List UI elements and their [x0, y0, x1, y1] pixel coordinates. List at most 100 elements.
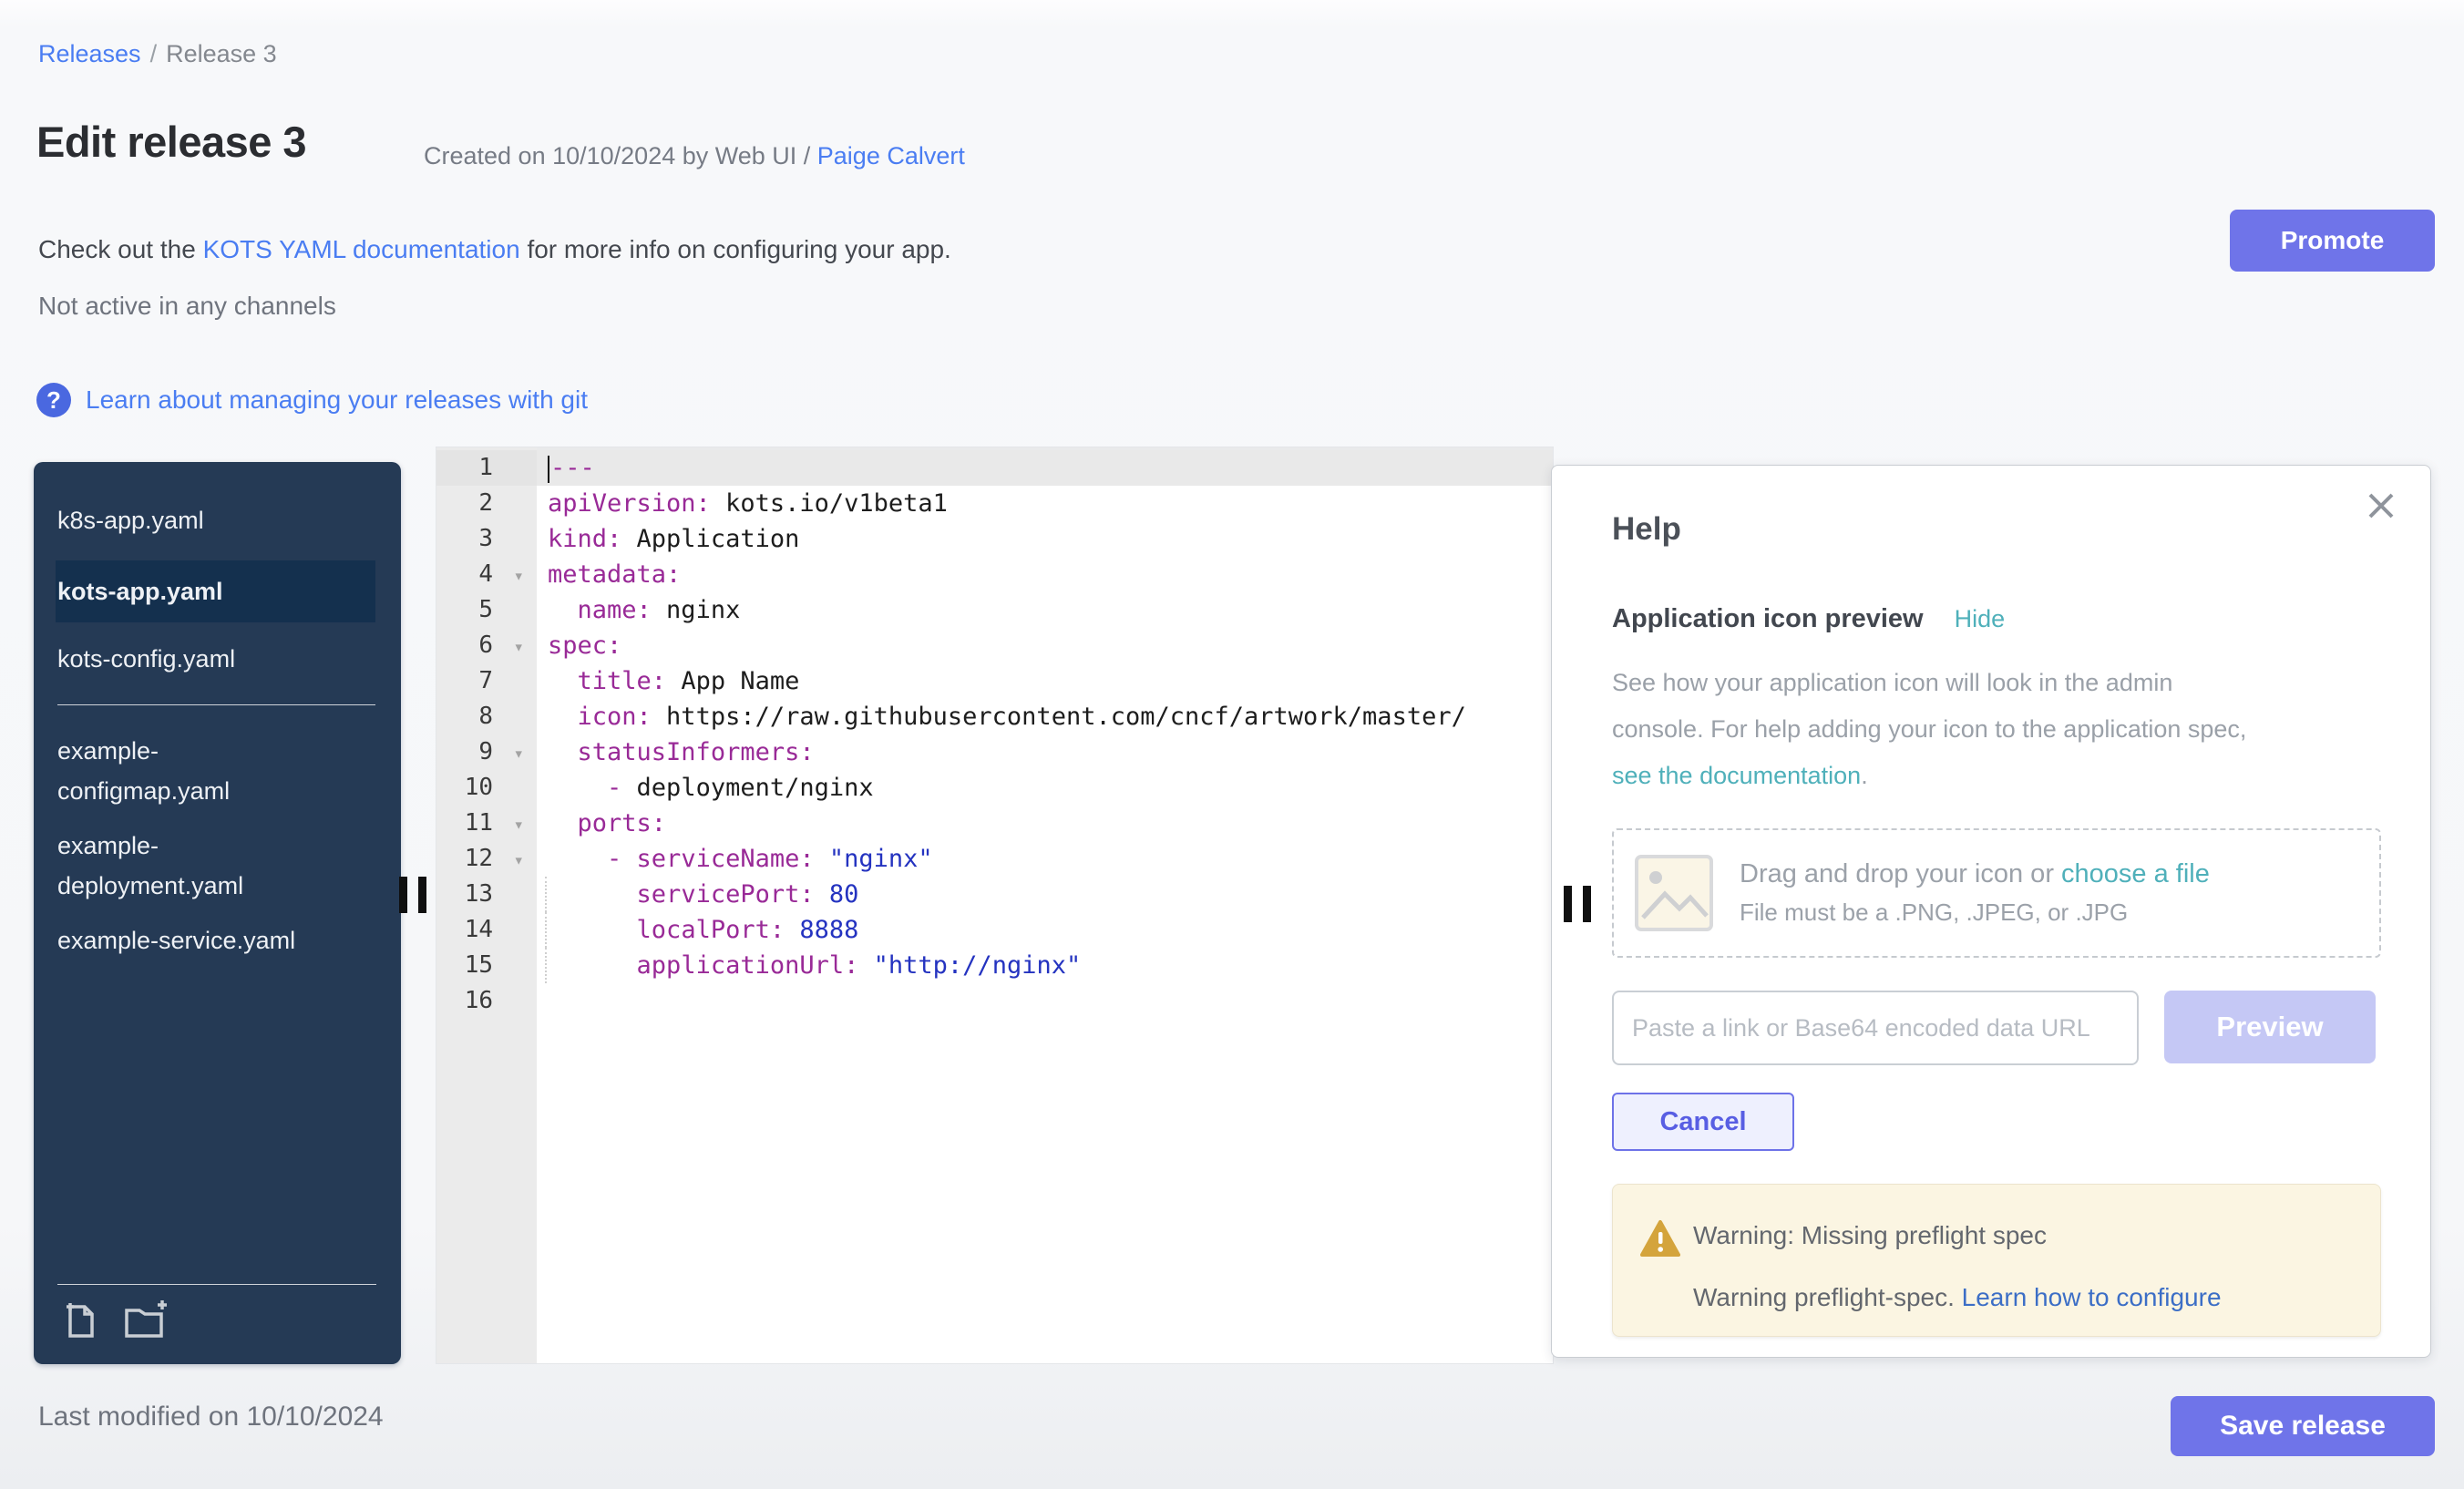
code-line-4: 4▾metadata:: [436, 557, 1553, 592]
line-number-cell: 3: [436, 521, 537, 557]
folder-plus-icon: [121, 1299, 169, 1341]
file-item-example-service.yaml[interactable]: example-service.yaml: [57, 913, 375, 968]
description-line2: console. For help adding your icon to th…: [1612, 715, 2246, 743]
created-author-link[interactable]: Paige Calvert: [817, 142, 965, 169]
line-number-cell: 8: [436, 699, 537, 734]
git-help-link[interactable]: ? Learn about managing your releases wit…: [36, 383, 588, 417]
preflight-warning-box: Warning: Missing preflight spec Warning …: [1612, 1184, 2381, 1337]
icon-preview-description: See how your application icon will look …: [1612, 660, 2379, 799]
last-modified-text: Last modified on 10/10/2024: [38, 1402, 384, 1433]
created-info: Created on 10/10/2024 by Web UI / Paige …: [424, 142, 965, 170]
code-line-13: 13 servicePort: 80: [436, 877, 1553, 912]
fold-toggle-icon[interactable]: ▾: [514, 807, 524, 843]
code-line-content: localPort: 8888: [537, 912, 1553, 948]
code-lines: 1---2apiVersion: kots.io/v1beta13kind: A…: [436, 450, 1553, 1019]
breadcrumb-current: Release 3: [166, 40, 277, 67]
code-line-10: 10 - deployment/nginx: [436, 770, 1553, 806]
breadcrumb: Releases/Release 3: [38, 40, 277, 68]
help-panel-title: Help: [1612, 511, 2379, 548]
hide-link[interactable]: Hide: [1955, 605, 2006, 633]
file-list-divider: [57, 704, 375, 705]
line-number-cell: 10: [436, 770, 537, 806]
line-number-cell: 4▾: [436, 557, 537, 592]
line-number-cell: 16: [436, 983, 537, 1019]
icon-dropzone[interactable]: Drag and drop your icon or choose a file…: [1612, 828, 2381, 958]
add-file-button[interactable]: [57, 1299, 99, 1344]
code-line-7: 7 title: App Name: [436, 663, 1553, 699]
dropzone-text: Drag and drop your icon or choose a file…: [1740, 859, 2210, 927]
warning-triangle-icon: [1640, 1219, 1680, 1258]
page-title: Edit release 3: [36, 117, 306, 167]
fold-toggle-icon[interactable]: ▾: [514, 843, 524, 878]
file-item-k8s-app.yaml[interactable]: k8s-app.yaml: [57, 493, 375, 548]
doc-post-text: for more info on configuring your app.: [520, 235, 951, 263]
code-line-content: ports:: [537, 806, 1553, 841]
file-item-example-configmap.yaml[interactable]: example-configmap.yaml: [57, 724, 375, 818]
icon-preview-section-title: Application icon preview: [1612, 604, 1924, 634]
edit-release-page: Releases/Release 3 Edit release 3 Create…: [0, 0, 2464, 1489]
line-number-cell: 13: [436, 877, 537, 912]
kots-yaml-doc-link[interactable]: KOTS YAML documentation: [203, 235, 520, 263]
code-line-content: name: nginx: [537, 592, 1553, 628]
see-documentation-link[interactable]: see the documentation: [1612, 762, 1861, 789]
file-item-kots-config.yaml[interactable]: kots-config.yaml: [57, 632, 375, 686]
preview-button[interactable]: Preview: [2164, 991, 2376, 1063]
line-number-cell: 5: [436, 592, 537, 628]
breadcrumb-separator: /: [141, 40, 167, 67]
code-line-6: 6▾spec:: [436, 628, 1553, 663]
cancel-button[interactable]: Cancel: [1612, 1093, 1794, 1151]
code-line-content: apiVersion: kots.io/v1beta1: [537, 486, 1553, 521]
fold-toggle-icon[interactable]: ▾: [514, 559, 524, 594]
code-line-2: 2apiVersion: kots.io/v1beta1: [436, 486, 1553, 521]
code-line-9: 9▾ statusInformers:: [436, 734, 1553, 770]
file-plus-icon: [57, 1299, 99, 1341]
file-pane-resize-handle[interactable]: [399, 877, 427, 913]
description-suffix: .: [1861, 762, 1868, 789]
code-line-16: 16: [436, 983, 1553, 1019]
file-item-example-deployment.yaml[interactable]: example-deployment.yaml: [57, 818, 375, 913]
add-folder-button[interactable]: [121, 1299, 169, 1344]
fold-toggle-icon[interactable]: ▾: [514, 630, 524, 665]
code-line-3: 3kind: Application: [436, 521, 1553, 557]
warning-title: Warning: Missing preflight spec: [1693, 1221, 2047, 1250]
line-number-cell: 6▾: [436, 628, 537, 663]
breadcrumb-releases-link[interactable]: Releases: [38, 40, 141, 67]
code-line-8: 8 icon: https://raw.githubusercontent.co…: [436, 699, 1553, 734]
created-text: Created on 10/10/2024 by Web UI /: [424, 142, 817, 169]
line-number-cell: 1: [436, 450, 537, 486]
code-line-content: icon: https://raw.githubusercontent.com/…: [537, 699, 1553, 734]
yaml-code-editor[interactable]: 1---2apiVersion: kots.io/v1beta13kind: A…: [436, 447, 1554, 1364]
git-help-label: Learn about managing your releases with …: [86, 385, 588, 415]
warning-body-text: Warning preflight-spec.: [1693, 1283, 1962, 1311]
doc-pre-text: Check out the: [38, 235, 203, 263]
code-line-content: kind: Application: [537, 521, 1553, 557]
help-close-button[interactable]: [2365, 489, 2397, 525]
promote-button[interactable]: Promote: [2230, 210, 2435, 272]
doc-info-line: Check out the KOTS YAML documentation fo…: [38, 235, 951, 264]
learn-configure-link[interactable]: Learn how to configure: [1962, 1283, 2222, 1311]
line-number-cell: 9▾: [436, 734, 537, 770]
fold-toggle-icon[interactable]: ▾: [514, 736, 524, 772]
code-line-content: - serviceName: "nginx": [537, 841, 1553, 877]
image-placeholder-icon: [1634, 854, 1714, 932]
file-item-kots-app.yaml[interactable]: kots-app.yaml: [56, 560, 375, 622]
help-panel: Help Application icon preview Hide See h…: [1551, 465, 2431, 1358]
code-line-content: metadata:: [537, 557, 1553, 592]
help-pane-resize-handle[interactable]: [1564, 886, 1592, 922]
channel-status: Not active in any channels: [38, 292, 336, 321]
line-number-cell: 14: [436, 912, 537, 948]
dropzone-hint: File must be a .PNG, .JPEG, or .JPG: [1740, 899, 2210, 927]
choose-file-link[interactable]: choose a file: [2061, 859, 2210, 888]
code-line-15: 15 applicationUrl: "http://nginx": [436, 948, 1553, 983]
code-line-content: applicationUrl: "http://nginx": [537, 948, 1553, 983]
code-line-12: 12▾ - serviceName: "nginx": [436, 841, 1553, 877]
line-number-cell: 15: [436, 948, 537, 983]
save-release-button[interactable]: Save release: [2171, 1396, 2435, 1456]
dropzone-pre-text: Drag and drop your icon or: [1740, 859, 2061, 888]
code-line-1: 1---: [436, 450, 1553, 486]
code-line-content: [537, 983, 1553, 1019]
icon-url-input[interactable]: [1612, 991, 2139, 1065]
file-tree-sidebar: k8s-app.yaml kots-app.yaml kots-config.yam…: [34, 462, 401, 1364]
code-line-content: servicePort: 80: [537, 877, 1553, 912]
code-line-content: title: App Name: [537, 663, 1553, 699]
